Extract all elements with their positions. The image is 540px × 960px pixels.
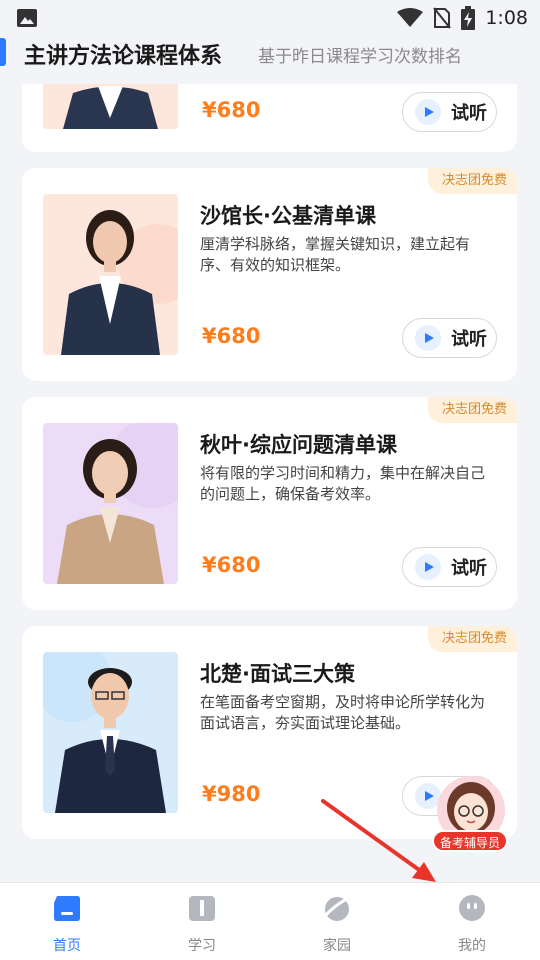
course-description: 将有限的学习时间和精力，集中在解决自己的问题上，确保备考效率。 — [200, 464, 486, 503]
wifi-icon — [397, 8, 424, 27]
bottom-navigation: 首页 学习 家园 我的 — [0, 882, 540, 960]
nav-community-label: 家园 — [323, 938, 351, 954]
page-title: 主讲方法论课程体系 — [24, 44, 223, 69]
nav-home[interactable]: 首页 — [27, 893, 107, 954]
home-icon — [54, 896, 80, 921]
course-title: 沙馆长·公基清单课 — [200, 204, 376, 228]
image-icon — [17, 9, 37, 27]
clock: 1:08 — [485, 7, 528, 29]
status-bar: 1:08 — [0, 0, 540, 36]
course-description: 在笔面备考空窗期，及时将申论所学转化为面试语言，夯实面试理论基础。 — [200, 693, 486, 732]
no-sim-icon — [433, 7, 452, 29]
course-title: 北楚·面试三大策 — [200, 662, 355, 686]
battery-charging-icon — [461, 6, 476, 30]
teacher-photo — [43, 84, 178, 129]
trial-listen-label: 试听 — [451, 103, 487, 124]
nav-profile-label: 我的 — [458, 938, 486, 954]
assistant-label: 备考辅导员 — [432, 830, 508, 852]
book-icon — [189, 896, 215, 921]
nav-home-label: 首页 — [53, 938, 81, 954]
page-subtitle: 基于昨日课程学习次数排名 — [258, 47, 462, 67]
course-card[interactable]: ¥680 试听 — [22, 84, 517, 152]
study-assistant-widget[interactable]: 备考辅导员 — [430, 772, 512, 854]
trial-listen-button[interactable]: 试听 — [402, 547, 497, 587]
nav-study-label: 学习 — [188, 938, 216, 954]
course-price: ¥680 — [202, 98, 261, 122]
teacher-photo — [43, 652, 178, 813]
course-list[interactable]: ¥680 试听 决志团免费 沙馆长·公基清单课 厘清学科脉络，掌握关键知识，建立… — [0, 84, 540, 882]
nav-profile[interactable]: 我的 — [432, 893, 512, 954]
trial-listen-button[interactable]: 试听 — [402, 318, 497, 358]
free-badge: 决志团免费 — [427, 397, 517, 423]
free-badge: 决志团免费 — [427, 168, 517, 194]
course-card[interactable]: 决志团免费 沙馆长·公基清单课 厘清学科脉络，掌握关键知识，建立起有序、有效的知… — [22, 168, 517, 381]
trial-listen-label: 试听 — [451, 558, 487, 579]
course-title: 秋叶·综应问题清单课 — [200, 433, 397, 457]
play-icon — [415, 99, 441, 125]
nav-study[interactable]: 学习 — [162, 893, 242, 954]
trial-listen-label: 试听 — [451, 329, 487, 350]
profile-icon — [459, 895, 485, 921]
teacher-photo — [43, 423, 178, 584]
planet-icon — [322, 895, 353, 921]
play-icon — [415, 554, 441, 580]
header-accent-bar — [0, 38, 6, 66]
course-card[interactable]: 决志团免费 秋叶·综应问题清单课 将有限的学习时间和精力，集中在解决自己的问题上… — [22, 397, 517, 610]
course-description: 厘清学科脉络，掌握关键知识，建立起有序、有效的知识框架。 — [200, 235, 471, 274]
play-icon — [415, 325, 441, 351]
nav-community[interactable]: 家园 — [297, 893, 377, 954]
course-price: ¥980 — [202, 782, 261, 806]
course-price: ¥680 — [202, 324, 261, 348]
section-header: 主讲方法论课程体系 基于昨日课程学习次数排名 — [0, 36, 540, 84]
trial-listen-button[interactable]: 试听 — [402, 92, 497, 132]
free-badge: 决志团免费 — [427, 626, 517, 652]
teacher-photo — [43, 194, 178, 355]
course-price: ¥680 — [202, 553, 261, 577]
